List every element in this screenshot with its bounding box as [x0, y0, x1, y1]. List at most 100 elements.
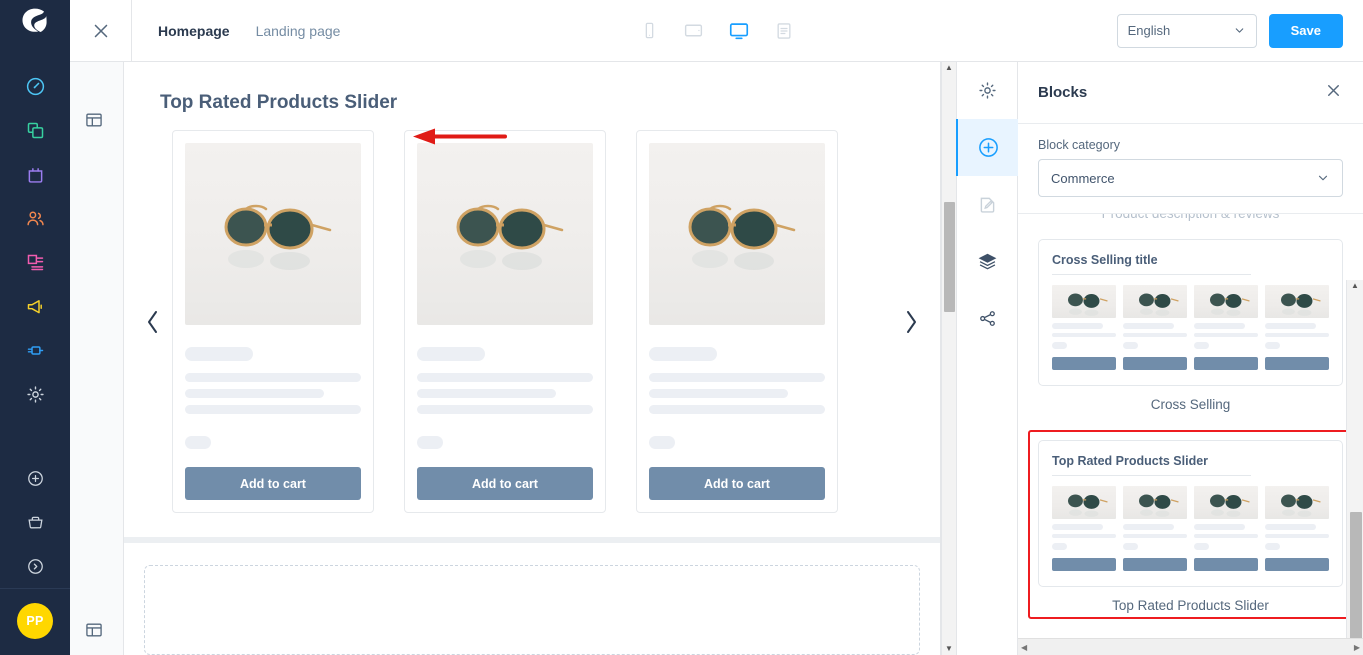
placeholder-bar: [1194, 342, 1210, 349]
section-settings-icon-top[interactable]: [84, 110, 104, 135]
layout-section-icon: [86, 113, 102, 127]
close-editor-button[interactable]: [70, 0, 132, 61]
sunglasses-image: [456, 204, 564, 270]
placeholder-button: [1265, 558, 1329, 571]
scroll-up-arrow[interactable]: ▲: [945, 64, 953, 72]
block-preview-card: [1194, 285, 1258, 370]
empty-block-dropzone[interactable]: [144, 565, 920, 655]
product-card[interactable]: Add to cart: [636, 130, 838, 513]
page-canvas[interactable]: Top Rated Products Slider Add to cart Ad…: [124, 62, 941, 655]
block-preview: Cross Selling title: [1038, 239, 1343, 386]
product-image: [185, 143, 361, 325]
sunglasses-image: [1281, 293, 1321, 316]
add-to-cart-button[interactable]: Add to cart: [185, 467, 361, 500]
sunglasses-image: [224, 204, 332, 270]
sidebar-item-add[interactable]: [0, 456, 70, 500]
placeholder-bar: [1052, 534, 1116, 538]
shopware-cms-page-builder: PP Homepage Landing page English Save To…: [0, 0, 1363, 655]
blocks-panel-hscrollbar[interactable]: ◀ ▶: [1018, 638, 1363, 655]
placeholder-button: [1052, 357, 1116, 370]
block-entry-cross-selling[interactable]: Cross Selling title Cross Selling: [1038, 239, 1343, 412]
language-select[interactable]: English: [1116, 13, 1257, 48]
product-title-placeholder: [185, 347, 253, 361]
rail-item-layers[interactable]: [956, 233, 1018, 290]
device-desktop-button[interactable]: [728, 20, 750, 42]
placeholder-button: [1123, 558, 1187, 571]
blocks-panel-close-button[interactable]: [1324, 81, 1343, 105]
add-to-cart-button[interactable]: Add to cart: [649, 467, 825, 500]
canvas-scrollbar-thumb[interactable]: [944, 202, 955, 312]
tablet-icon: [684, 24, 702, 37]
rail-item-share[interactable]: [956, 290, 1018, 347]
edit-note-icon: [980, 197, 994, 213]
sidebar-item-catalogues[interactable]: [0, 108, 70, 152]
blocks-panel-scrollbar[interactable]: ▲ ▼: [1346, 280, 1363, 652]
save-button[interactable]: Save: [1268, 13, 1343, 48]
block-category-select[interactable]: Commerce: [1038, 159, 1343, 197]
block-preview-card: [1194, 486, 1258, 571]
slider-heading: Top Rated Products Slider: [160, 92, 398, 113]
scroll-up-arrow[interactable]: ▲: [1351, 282, 1359, 290]
sidebar-item-customers[interactable]: [0, 196, 70, 240]
placeholder-bar: [1052, 323, 1104, 329]
sidebar-item-settings[interactable]: [0, 372, 70, 416]
block-label: Top Rated Products Slider: [1112, 598, 1269, 613]
rail-item-blocks[interactable]: [956, 119, 1018, 176]
add-to-cart-button[interactable]: Add to cart: [417, 467, 593, 500]
toolbar-actions: English Save: [1116, 13, 1363, 48]
placeholder-bar: [1194, 543, 1210, 550]
sunglasses-image: [1068, 494, 1108, 517]
shopware-logo[interactable]: [0, 0, 70, 40]
sidebar-item-orders[interactable]: [0, 152, 70, 196]
sidebar-item-shopping-basket[interactable]: [0, 500, 70, 544]
placeholder-button: [1194, 558, 1258, 571]
sidebar-item-marketing[interactable]: [0, 284, 70, 328]
canvas-scrollbar[interactable]: ▲ ▼: [941, 62, 956, 655]
tab-homepage[interactable]: Homepage: [158, 23, 230, 39]
tab-landing-page[interactable]: Landing page: [256, 23, 341, 39]
placeholder-bar: [1265, 333, 1329, 337]
sunglasses-image: [1210, 494, 1250, 517]
block-preview: Top Rated Products Slider: [1038, 440, 1343, 587]
slider-prev-button[interactable]: [132, 307, 172, 337]
product-text-placeholder: [185, 405, 361, 414]
close-icon: [94, 24, 107, 37]
block-entry-top-rated-products-slider[interactable]: Top Rated Products Slider Top Rated Prod…: [1028, 430, 1353, 619]
section-settings-icon-bottom[interactable]: [84, 620, 104, 645]
editor-tool-rail: [956, 62, 1018, 655]
users-icon: [26, 211, 44, 225]
rail-item-elements[interactable]: [956, 176, 1018, 233]
slider-next-button[interactable]: [892, 307, 932, 337]
avatar[interactable]: PP: [17, 603, 53, 639]
rail-item-settings[interactable]: [956, 62, 1018, 119]
sidebar-item-extensions[interactable]: [0, 328, 70, 372]
device-form-button[interactable]: [774, 21, 794, 41]
device-tablet-button[interactable]: [683, 20, 704, 41]
block-preview-image: [1265, 486, 1329, 519]
product-text-placeholder: [649, 373, 825, 382]
layers-icon: [978, 253, 996, 270]
sidebar-item-content[interactable]: [0, 240, 70, 284]
device-mobile-button[interactable]: [640, 21, 659, 40]
scroll-right-arrow[interactable]: ▶: [1354, 643, 1360, 652]
product-card[interactable]: Add to cart: [404, 130, 606, 513]
placeholder-bar: [1194, 534, 1258, 538]
blocks-list[interactable]: Product description & reviews Cross Sell…: [1018, 214, 1363, 655]
product-card[interactable]: Add to cart: [172, 130, 374, 513]
sidebar-item-dashboard[interactable]: [0, 64, 70, 108]
block-preview-image: [1194, 486, 1258, 519]
sunglasses-image: [1139, 293, 1179, 316]
chevron-down-icon: [1235, 28, 1243, 33]
cms-section-product-slider[interactable]: Top Rated Products Slider Add to cart Ad…: [124, 62, 940, 543]
block-preview-cards: [1052, 486, 1329, 571]
product-text-placeholder: [185, 389, 325, 398]
page-tabs: Homepage Landing page: [132, 23, 340, 39]
block-preview-title: Cross Selling title: [1052, 253, 1252, 275]
megaphone-icon: [27, 299, 42, 313]
sidebar-item-expand[interactable]: [0, 544, 70, 588]
blocks-panel-scrollbar-thumb[interactable]: [1350, 512, 1362, 652]
desktop-icon: [729, 22, 748, 39]
scroll-down-arrow[interactable]: ▼: [945, 645, 953, 653]
placeholder-bar: [1194, 524, 1246, 530]
scroll-left-arrow[interactable]: ◀: [1021, 643, 1027, 652]
